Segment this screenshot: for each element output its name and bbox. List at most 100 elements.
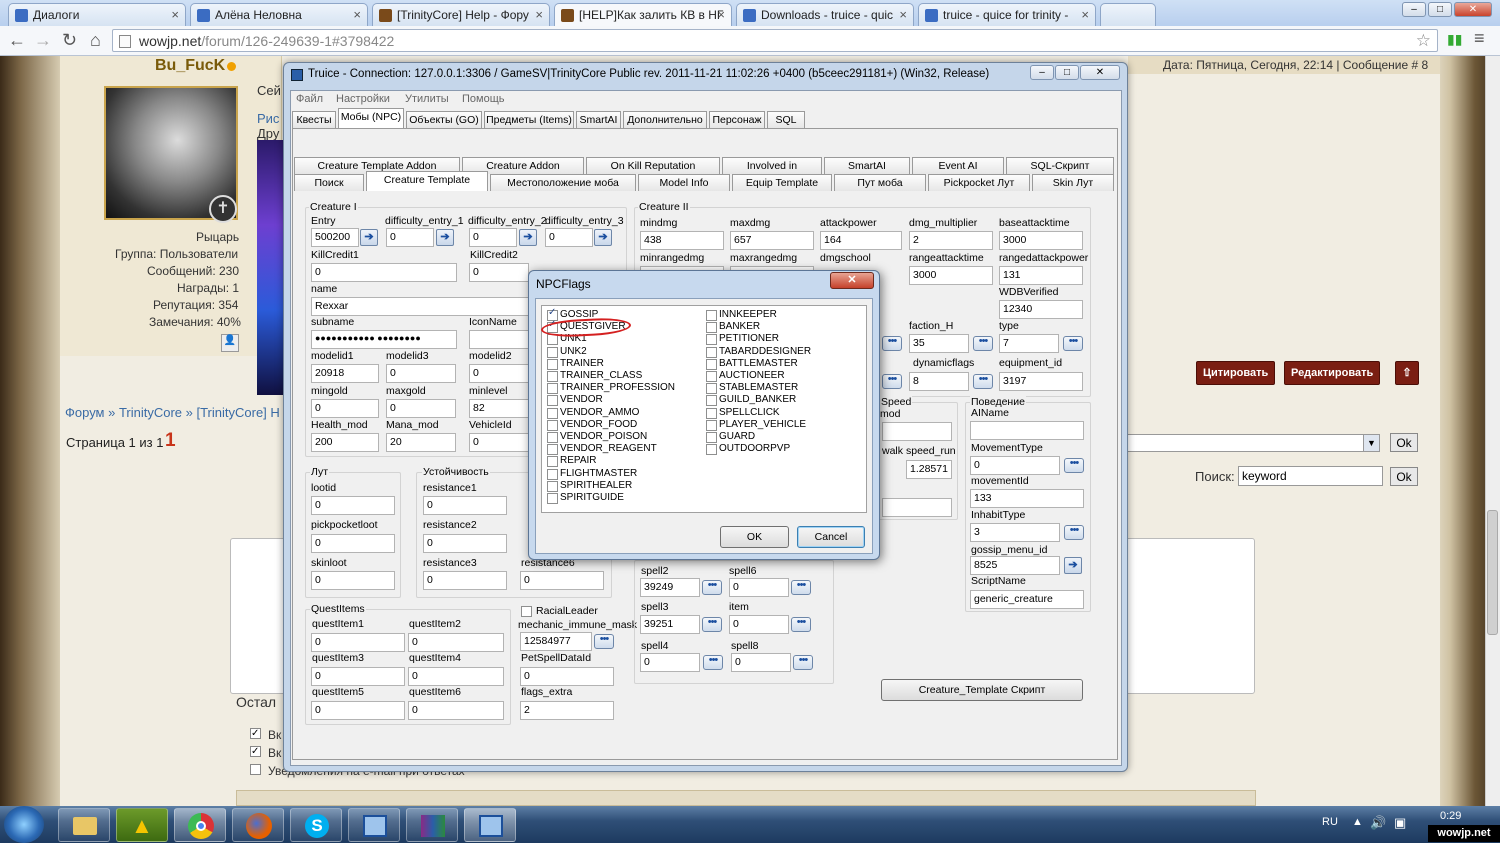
new-tab-button[interactable] [1100,3,1156,26]
questitem2-input[interactable]: 0 [408,633,504,652]
tab-quests[interactable]: Квесты [292,111,336,128]
spell6-picker-button[interactable]: ••• [791,580,811,595]
creature-template-script-button[interactable]: Creature_Template Скрипт [881,679,1083,701]
browser-tab[interactable]: truice - quice for trinity - × [918,3,1096,26]
notify-checkbox[interactable] [250,764,261,775]
edit-button[interactable]: Редактировать [1284,361,1381,385]
npcflag-checkbox-spirithealer[interactable]: SPIRITHEALER [547,480,632,492]
tab-items[interactable]: Предметы (Items) [484,111,574,128]
npcflag-checkbox-banker[interactable]: BANKER [706,321,760,334]
baseattacktime-input[interactable]: 3000 [999,231,1083,250]
mindmg-input[interactable]: 438 [640,231,724,250]
minlevel-input[interactable]: 82 [469,399,529,418]
iconname-input[interactable] [469,330,529,349]
close-tab-icon[interactable]: × [535,7,543,22]
tab-npc[interactable]: Мобы (NPC) [338,108,404,128]
questitem6-input[interactable]: 0 [408,701,504,720]
racialleader-checkbox[interactable] [521,606,532,617]
npcflag-checkbox-vendor-reagent[interactable]: VENDOR_REAGENT [547,443,657,456]
npcflag-checkbox-tabarddesigner[interactable]: TABARDDESIGNER [706,346,811,358]
browser-tab[interactable]: [TrinityCore] Help - Фору × [372,3,550,26]
profile-icon[interactable]: 👤 [221,334,239,352]
chevron-down-icon[interactable]: ▼ [1363,435,1379,451]
killcredit1-input[interactable]: 0 [311,263,457,282]
dmg-multiplier-input[interactable]: 2 [909,231,993,250]
tab-additional[interactable]: Дополнительно [623,111,707,128]
minimize-window-button[interactable]: – [1402,2,1426,17]
taskbar-truice-icon[interactable] [348,808,400,842]
pickpocketloot-input[interactable]: 0 [311,534,395,553]
taskbar-truice-active-icon[interactable] [464,808,516,842]
item-picker-button[interactable]: ••• [791,617,811,632]
npcflag-checkbox-trainer-class[interactable]: TRAINER_CLASS [547,370,642,382]
maxdmg-input[interactable]: 657 [730,231,814,250]
menu-utilities[interactable]: Утилиты [405,93,449,105]
bookmark-star-icon[interactable]: ☆ [1416,31,1431,51]
tab-sql[interactable]: SQL [767,111,805,128]
spell3-input[interactable]: 39251 [640,615,700,634]
spell4-input[interactable]: 0 [640,653,700,672]
skinloot-input[interactable]: 0 [311,571,395,590]
dialog-close-button[interactable]: ✕ [830,272,874,289]
speed-run-input[interactable]: 1.28571 [906,460,952,479]
lootid-input[interactable]: 0 [311,496,395,515]
scrollbar-thumb[interactable] [1487,510,1498,635]
clock-time[interactable]: 0:29 [1440,810,1461,822]
modelid3-input[interactable]: 0 [386,364,456,383]
scriptname-input[interactable]: generic_creature [970,590,1084,609]
spell4-picker-button[interactable]: ••• [703,655,723,670]
flags-picker-button[interactable]: ••• [882,374,902,389]
speed-mod-input[interactable] [882,422,952,441]
type-input[interactable]: 7 [999,334,1059,353]
rangedattackpower-input[interactable]: 131 [999,266,1083,285]
browser-tab[interactable]: Диалоги × [8,3,186,26]
npcflag-checkbox-flightmaster[interactable]: FLIGHTMASTER [547,468,637,480]
tab-gameobjects[interactable]: Объекты (GO) [406,111,482,128]
subtab-mob-location[interactable]: Местоположение моба [490,174,636,191]
npcflag-checkbox-spiritguide[interactable]: SPIRITGUIDE [547,492,624,504]
questitem5-input[interactable]: 0 [311,701,405,720]
movementid-input[interactable]: 133 [970,489,1084,508]
resistance3-input[interactable]: 0 [423,571,507,590]
npcflag-checkbox-guard[interactable]: GUARD [706,431,755,443]
subtab-pickpocket-loot[interactable]: Pickpocket Лут [928,174,1030,191]
ainame-input[interactable] [970,421,1084,440]
flags-extra-input[interactable]: 2 [520,701,614,720]
taskbar-chrome-icon[interactable] [174,808,226,842]
difficulty-entry-1-input[interactable]: 0 [386,228,434,247]
resistance2-input[interactable]: 0 [423,534,507,553]
subtab-skin-loot[interactable]: Skin Лут [1032,174,1114,191]
option-checkbox[interactable]: ✓ [250,746,261,757]
subtab-smartai[interactable]: SmartAI [824,157,910,174]
mechanic-immune-mask-input[interactable]: 12584977 [520,632,592,651]
modelid1-input[interactable]: 20918 [311,364,379,383]
subtab-search[interactable]: Поиск [294,174,364,191]
language-indicator[interactable]: RU [1322,816,1338,828]
reload-icon[interactable]: ↻ [62,30,77,51]
breadcrumb[interactable]: Форум » TrinityCore » [TrinityCore] H [65,405,280,420]
extension-signal-icon[interactable]: ▮▮ [1447,31,1462,48]
address-bar[interactable]: wowjp.net/forum/126-249639-1#3798422 ☆ [112,29,1438,52]
taskbar-winrar-icon[interactable] [406,808,458,842]
tab-character[interactable]: Персонаж [709,111,765,128]
npcflag-checkbox-guild-banker[interactable]: GUILD_BANKER [706,394,796,407]
npcflag-checkbox-stablemaster[interactable]: STABLEMASTER [706,382,798,395]
subtab-sql-script[interactable]: SQL-Скрипт [1006,157,1114,174]
quote-button[interactable]: Цитировать [1196,361,1276,385]
search-input[interactable]: keyword [1238,466,1383,486]
npcflag-checkbox-petitioner[interactable]: PETITIONER [706,333,779,346]
maximize-window-button[interactable]: □ [1428,2,1452,17]
scroll-up-icon[interactable]: ⇧ [1395,361,1419,385]
subtab-on-kill-reputation[interactable]: On Kill Reputation [586,157,720,174]
browser-tab[interactable]: Downloads - truice - quic × [736,3,914,26]
taskbar-skype-icon[interactable]: S [290,808,342,842]
maxgold-input[interactable]: 0 [386,399,456,418]
gossip-go-arrow-icon[interactable]: ➔ [1064,557,1082,574]
spell6-input[interactable]: 0 [729,578,789,597]
search-ok-button[interactable]: Ok [1390,467,1418,486]
subtab-creature-template[interactable]: Creature Template [366,171,488,191]
subtab-model-info[interactable]: Model Info [638,174,730,191]
difficulty-entry-2-input[interactable]: 0 [469,228,517,247]
difficulty-entry-3-input[interactable]: 0 [545,228,593,247]
subtab-equip-template[interactable]: Equip Template [732,174,832,191]
